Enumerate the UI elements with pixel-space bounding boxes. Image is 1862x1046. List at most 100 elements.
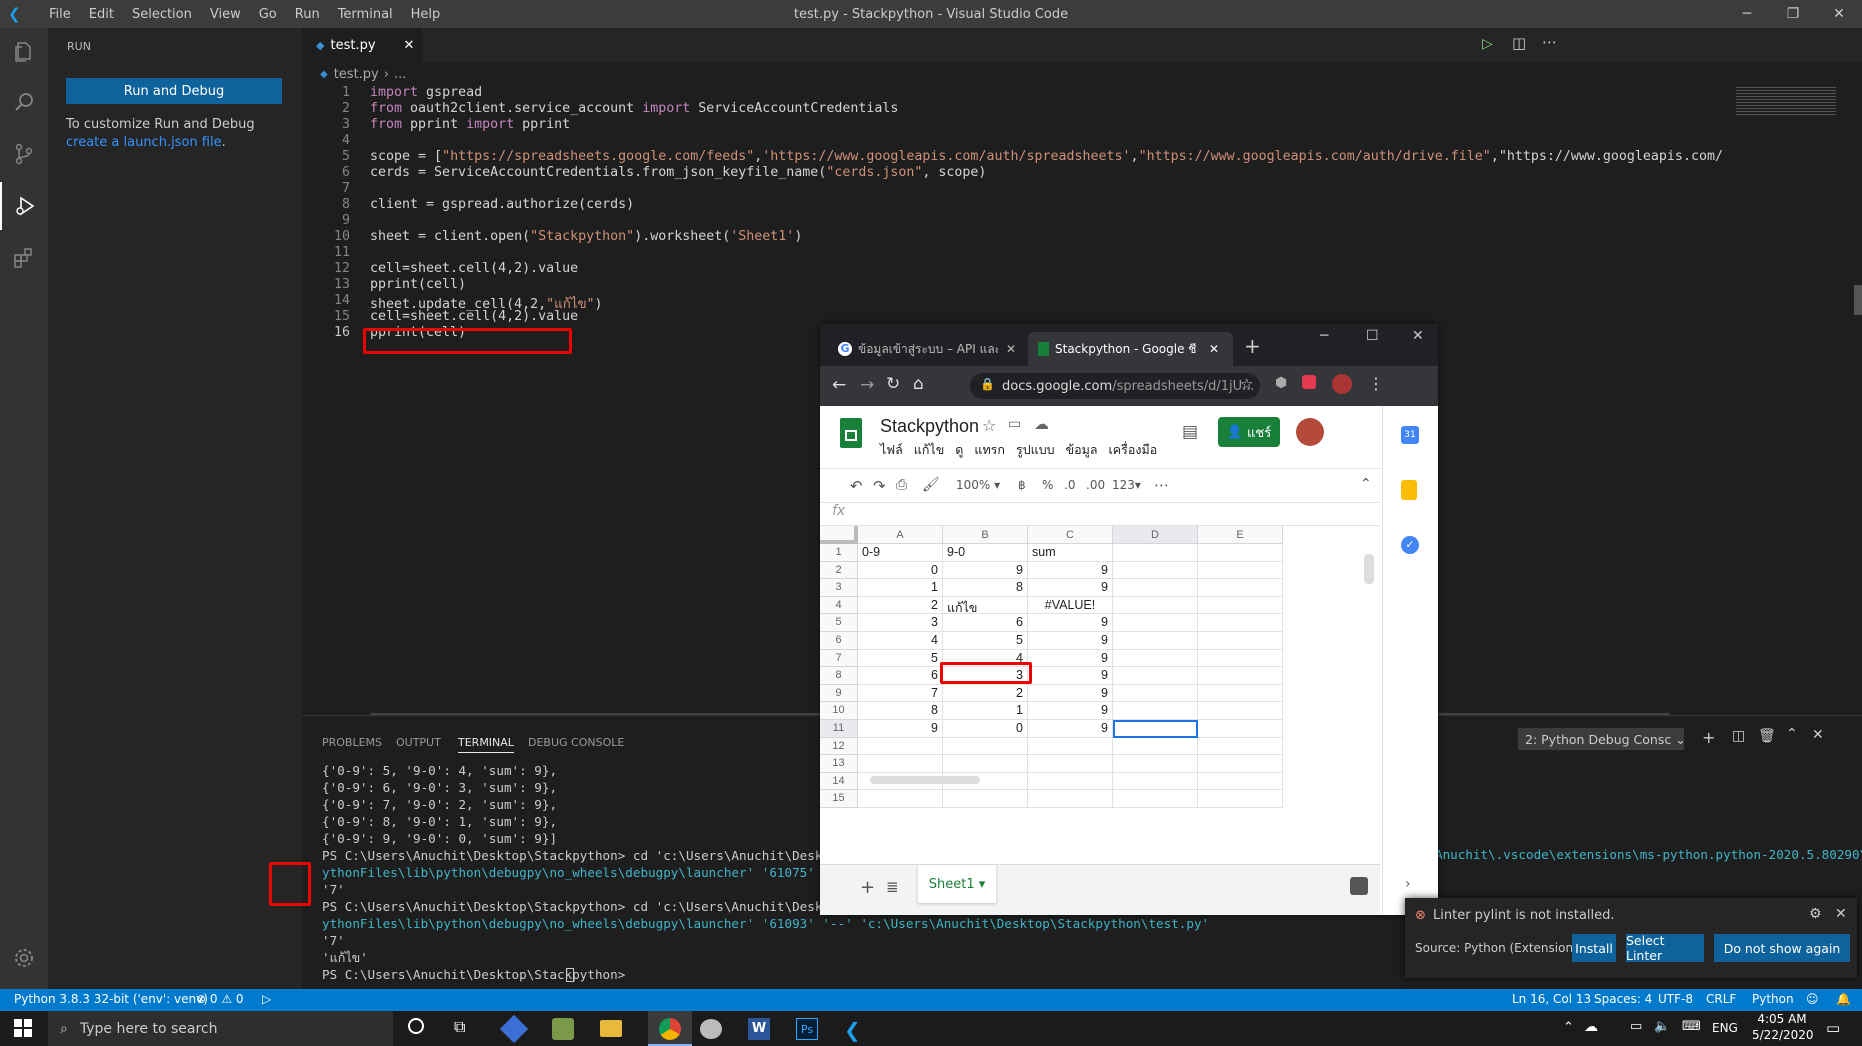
- notification-close-icon[interactable]: ✕: [1835, 906, 1847, 922]
- cell-c8[interactable]: 9: [1028, 667, 1113, 685]
- cell-c4[interactable]: #VALUE!: [1028, 596, 1113, 615]
- close-browser-tab-2-icon[interactable]: ✕: [1209, 342, 1219, 356]
- maximize-panel-icon[interactable]: ⌃: [1786, 726, 1798, 742]
- cell-c1[interactable]: sum: [1028, 544, 1113, 562]
- manage-gear-icon[interactable]: [0, 934, 48, 982]
- number-format-select[interactable]: 123▾: [1112, 478, 1141, 492]
- cell-c14[interactable]: [1028, 772, 1113, 791]
- explorer-icon[interactable]: [0, 28, 48, 76]
- comment-icon[interactable]: ▤: [1182, 422, 1198, 442]
- column-header-b[interactable]: B: [943, 526, 1028, 544]
- move-folder-icon[interactable]: ▭: [1008, 416, 1021, 432]
- app-icon-3[interactable]: [700, 1019, 722, 1039]
- cell-e3[interactable]: [1198, 579, 1283, 597]
- cell-a8[interactable]: 6: [858, 667, 943, 685]
- close-panel-icon[interactable]: ✕: [1812, 727, 1824, 743]
- cell-b12[interactable]: [943, 737, 1028, 756]
- row-header[interactable]: 3: [820, 579, 858, 597]
- cell-b10[interactable]: 1: [943, 702, 1028, 720]
- reload-icon[interactable]: ↻: [886, 374, 900, 394]
- cell-a9[interactable]: 7: [858, 684, 943, 703]
- app-icon-1[interactable]: [499, 1014, 529, 1044]
- cloud-status-icon[interactable]: ☁: [1034, 415, 1049, 433]
- keyboard-icon[interactable]: ⌨: [1682, 1019, 1701, 1034]
- cell-e1[interactable]: [1198, 544, 1283, 562]
- explore-icon[interactable]: [1350, 877, 1368, 895]
- cell-e12[interactable]: [1198, 737, 1283, 756]
- percent-icon[interactable]: %: [1042, 478, 1053, 492]
- run-status-icon[interactable]: ▷: [262, 992, 271, 1006]
- account-avatar[interactable]: [1296, 418, 1324, 446]
- tray-chevron-icon[interactable]: ⌃: [1563, 1020, 1574, 1035]
- photoshop-icon[interactable]: Ps: [796, 1018, 818, 1040]
- create-launch-json-link[interactable]: create a launch.json file: [66, 135, 222, 150]
- clock-time[interactable]: 4:05 AM: [1752, 1012, 1812, 1026]
- menu-selection[interactable]: Selection: [123, 7, 201, 22]
- column-header-e[interactable]: E: [1198, 526, 1283, 544]
- network-icon[interactable]: ▭: [1630, 1019, 1642, 1034]
- home-icon[interactable]: ⌂: [913, 374, 924, 394]
- bookmark-star-icon[interactable]: ☆: [1240, 375, 1253, 393]
- breadcrumb-file[interactable]: test.py: [334, 67, 379, 82]
- cell-e9[interactable]: [1198, 684, 1283, 703]
- cell-d2[interactable]: [1113, 561, 1198, 580]
- restore-button[interactable]: ❐: [1770, 0, 1816, 28]
- feedback-icon[interactable]: ☺: [1806, 992, 1819, 1006]
- cell-a6[interactable]: 4: [858, 632, 943, 650]
- cell-b3[interactable]: 8: [943, 579, 1028, 597]
- task-view-icon[interactable]: ⧉: [454, 1017, 465, 1037]
- cell-a15[interactable]: [858, 790, 943, 808]
- decrease-decimal-icon[interactable]: .0: [1064, 478, 1075, 492]
- run-debug-icon[interactable]: [0, 182, 48, 230]
- more-actions-icon[interactable]: ⋯: [1542, 33, 1557, 51]
- cell-a1[interactable]: 0-9: [858, 544, 943, 562]
- cell-c6[interactable]: 9: [1028, 632, 1113, 650]
- row-header[interactable]: 10: [820, 702, 858, 720]
- cell-a3[interactable]: 1: [858, 579, 943, 597]
- cell-c11[interactable]: 9: [1028, 720, 1113, 738]
- cell-a10[interactable]: 8: [858, 702, 943, 720]
- cell-d6[interactable]: [1113, 632, 1198, 650]
- menu-view[interactable]: View: [201, 7, 250, 22]
- paint-format-icon[interactable]: 🖌: [922, 477, 940, 493]
- cell-b6[interactable]: 5: [943, 632, 1028, 650]
- calendar-icon[interactable]: 31: [1401, 426, 1419, 444]
- tab-debug-console[interactable]: DEBUG CONSOLE: [528, 736, 624, 749]
- chrome-maximize-icon[interactable]: ☐: [1366, 328, 1379, 344]
- doc-title[interactable]: Stackpython: [880, 416, 979, 437]
- spreadsheet-grid[interactable]: A B C D E 1 0-9 9-0 sum 2 0 9 9 3 1 8 9 4 2 แก้ไข #VALUE! 5 3 6…: [820, 526, 1382, 808]
- menu-file[interactable]: File: [40, 7, 80, 22]
- sheets-menu-insert[interactable]: แทรก: [974, 440, 1005, 460]
- tab-test-py[interactable]: ◆ test.py ✕: [302, 28, 422, 63]
- browser-tab-2[interactable]: Stackpython - Google ชี ✕: [1028, 332, 1233, 366]
- zoom-select[interactable]: 100% ▾: [956, 478, 1000, 492]
- cell-b4[interactable]: แก้ไข: [943, 596, 1028, 615]
- cell-a12[interactable]: [858, 737, 943, 756]
- row-header[interactable]: 5: [820, 614, 858, 632]
- cortana-icon[interactable]: [408, 1018, 424, 1034]
- select-linter-button[interactable]: Select Linter: [1626, 933, 1704, 963]
- cell-a13[interactable]: [858, 755, 943, 773]
- cell-a11[interactable]: 9: [858, 720, 943, 738]
- menu-edit[interactable]: Edit: [80, 7, 123, 22]
- column-header-a[interactable]: A: [858, 526, 943, 544]
- cell-b13[interactable]: [943, 755, 1028, 773]
- collapse-menus-icon[interactable]: ⌃: [1360, 476, 1372, 492]
- cell-d12[interactable]: [1113, 737, 1198, 756]
- undo-icon[interactable]: ↶: [850, 477, 863, 495]
- sheets-menu-format[interactable]: รูปแบบ: [1016, 440, 1055, 460]
- cell-d14[interactable]: [1113, 772, 1198, 791]
- cell-c5[interactable]: 9: [1028, 614, 1113, 632]
- run-and-debug-button[interactable]: Run and Debug: [66, 78, 282, 104]
- cell-e7[interactable]: [1198, 649, 1283, 668]
- cell-d7[interactable]: [1113, 649, 1198, 668]
- cell-e8[interactable]: [1198, 667, 1283, 685]
- language-mode[interactable]: Python: [1752, 992, 1794, 1006]
- cell-b2[interactable]: 9: [943, 561, 1028, 580]
- vscode-taskbar-icon[interactable]: ❮: [844, 1018, 861, 1042]
- cell-c9[interactable]: 9: [1028, 684, 1113, 703]
- line-ending[interactable]: CRLF: [1706, 992, 1736, 1006]
- tab-output[interactable]: OUTPUT: [396, 736, 441, 749]
- minimize-button[interactable]: ─: [1724, 0, 1770, 28]
- grid-hscrollbar[interactable]: [870, 776, 980, 784]
